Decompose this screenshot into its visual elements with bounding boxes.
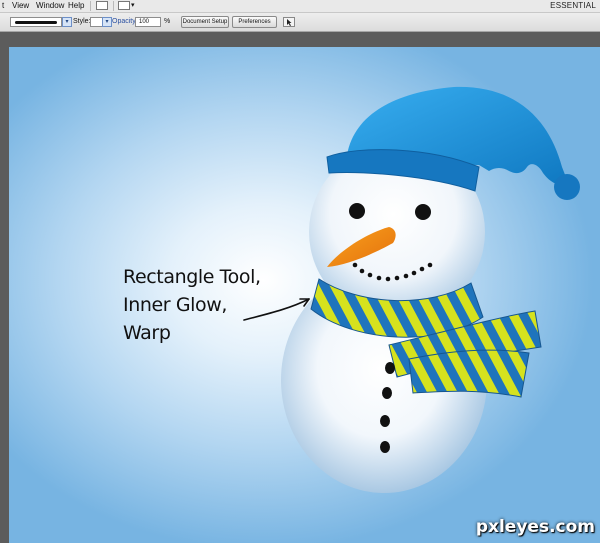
- brush-dropdown-button[interactable]: ▾: [62, 17, 72, 27]
- bridge-icon[interactable]: [96, 1, 108, 10]
- opacity-label[interactable]: Opacity:: [112, 18, 138, 25]
- menu-bar: t View Window Help ▾ ESSENTIAL: [0, 0, 600, 13]
- scarf-tail-lower: [408, 349, 530, 398]
- percent-label: %: [164, 18, 171, 25]
- menu-view[interactable]: View: [12, 1, 29, 10]
- callout-line: Inner Glow,: [123, 294, 228, 316]
- arrange-dropdown-icon[interactable]: ▾: [131, 1, 135, 9]
- left-eye: [349, 203, 365, 219]
- brush-stroke-preview: [15, 21, 57, 24]
- watermark: pxleyes.com: [475, 517, 595, 537]
- artboard[interactable]: Rectangle Tool, Inner Glow, Warp pxleyes…: [9, 47, 600, 543]
- hat-pompom: [554, 174, 580, 200]
- selection-tool-icon[interactable]: [283, 17, 295, 27]
- callout-line: Warp: [123, 322, 171, 344]
- callout-text: Rectangle Tool, Inner Glow, Warp: [123, 263, 261, 347]
- workspace-switcher[interactable]: ESSENTIAL: [550, 1, 596, 10]
- menu-window[interactable]: Window: [36, 1, 64, 10]
- menu-edit-fragment[interactable]: t: [2, 1, 4, 10]
- menu-separator: [113, 1, 114, 11]
- menu-separator: [90, 1, 91, 11]
- style-label: Style:: [73, 18, 91, 25]
- menu-help[interactable]: Help: [68, 1, 84, 10]
- brush-stroke-picker[interactable]: [10, 17, 62, 27]
- snowman-illustration: [243, 86, 580, 493]
- arrange-documents-icon[interactable]: [118, 1, 130, 10]
- opacity-input[interactable]: 100: [135, 17, 161, 27]
- style-dropdown-button[interactable]: ▾: [102, 17, 112, 27]
- control-bar: ▾ Style: ▾ Opacity: 100 % Document Setup…: [0, 13, 600, 32]
- right-eye: [415, 204, 431, 220]
- callout-line: Rectangle Tool,: [123, 266, 261, 288]
- preferences-button[interactable]: Preferences: [232, 16, 277, 28]
- document-setup-button[interactable]: Document Setup: [181, 16, 229, 28]
